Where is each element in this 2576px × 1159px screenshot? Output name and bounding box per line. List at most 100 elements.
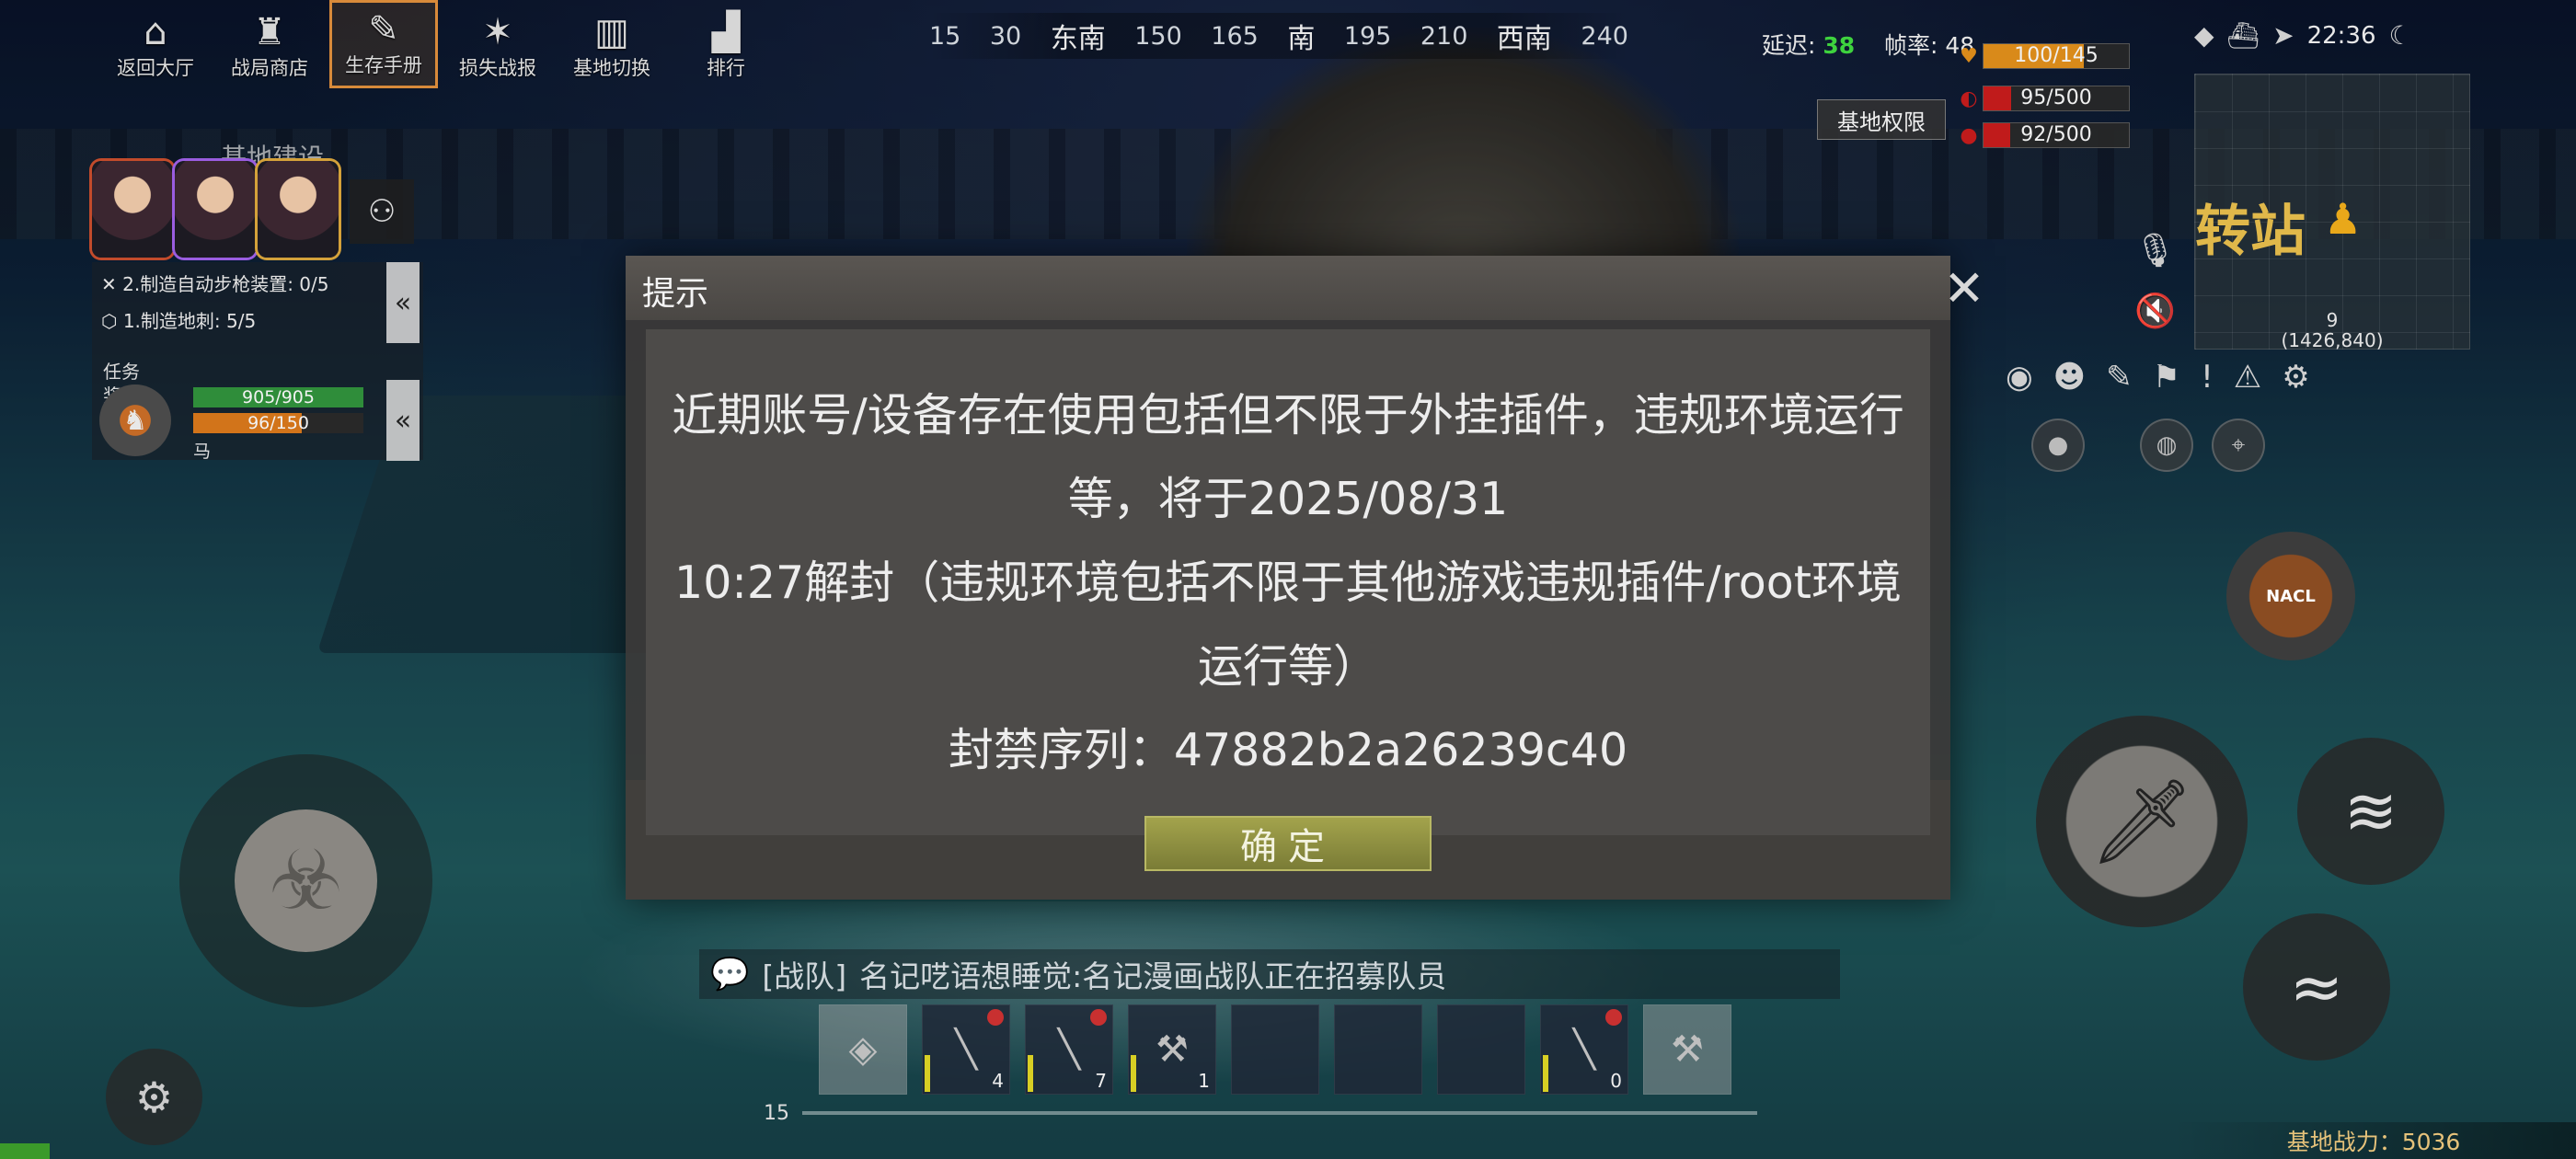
player-marker-icon: ♟: [2324, 194, 2363, 244]
build-button[interactable]: ⚙: [106, 1049, 202, 1145]
boat-icon: ⛴: [2226, 20, 2260, 51]
squad-avatar-1[interactable]: [92, 161, 173, 258]
backpack-icon: ◈: [848, 1028, 878, 1071]
nav-item-4[interactable]: ▥ 基地切换: [558, 0, 666, 88]
chat-bubble-icon: 💬: [710, 956, 750, 993]
collapse-quest-button[interactable]: «: [386, 262, 420, 343]
vital-text: 92/500: [2020, 123, 2092, 146]
cross-icon: ✕: [101, 273, 117, 295]
attack-button[interactable]: 🗡: [2036, 716, 2248, 927]
vital-row: ♥ 100/145: [1955, 42, 2130, 70]
chat-channel: [战队]: [762, 958, 847, 994]
add-user-icon: ⚇: [367, 193, 397, 230]
quest-item-label: 1.制造地刺: 5/5: [122, 310, 257, 332]
squad-avatar-3[interactable]: [258, 161, 339, 258]
pet-energy-bar: 96/150: [193, 413, 363, 433]
gem-icon[interactable]: ◆: [2194, 20, 2214, 51]
quest-item-2[interactable]: ⬡ 1.制造地刺: 5/5: [101, 306, 256, 333]
hotbar-slot-4[interactable]: [1231, 1004, 1319, 1095]
movement-joystick[interactable]: ☣: [179, 754, 432, 1007]
hotbar-slot-6[interactable]: [1437, 1004, 1525, 1095]
corner-indicator: [0, 1143, 50, 1159]
squad-avatar-2[interactable]: [175, 161, 256, 258]
confirm-button[interactable]: 确定: [1144, 816, 1432, 871]
dialog-line-2: 等，将于2025/08/31: [1067, 472, 1509, 525]
home-icon: ⌂: [144, 11, 167, 53]
hexagon-icon: ⬡: [101, 310, 118, 332]
base-permission-button[interactable]: 基地权限: [1817, 99, 1946, 140]
minimap[interactable]: 转站 ♟ 9 (1426,840): [2194, 74, 2470, 350]
latency-label: 延迟:: [1762, 32, 1816, 59]
durability-bar: [1543, 1055, 1548, 1092]
collapse-pet-button[interactable]: «: [386, 380, 420, 461]
dialog-line-3: 10:27解封（违规环境包括不限于其他游戏违规插件/root环境: [674, 556, 1902, 609]
shop-icon: ♜: [253, 11, 286, 53]
swim-button[interactable]: ≋: [2297, 738, 2444, 885]
hotbar-slot-8[interactable]: ⚒: [1643, 1004, 1731, 1095]
nav-item-1[interactable]: ♜ 战局商店: [215, 0, 324, 88]
clock: 22:36: [2306, 21, 2376, 50]
hotbar: ◈ ╲ 4 ╲ 7 ⚒ 1 ╲ 0 ⚒: [819, 1004, 1731, 1095]
dialog-body: 近期账号/设备存在使用包括但不限于外挂插件，违规环境运行 等，将于2025/08…: [646, 329, 1930, 835]
tab-tasks[interactable]: 任务: [103, 360, 140, 384]
build-gear-icon: ⚙: [134, 1072, 174, 1122]
emote-button[interactable]: ●: [2031, 419, 2085, 472]
ban-notice-dialog: 提示 ✕ 近期账号/设备存在使用包括但不限于外挂插件，违规环境运行 等，将于20…: [626, 256, 1985, 900]
dialog-line-5: 封禁序列：47882b2a26239c40: [948, 723, 1628, 776]
knife-icon: 🗡: [2088, 773, 2195, 870]
level-bar: 15: [764, 1102, 1757, 1125]
nav-item-5[interactable]: ▟ 排行: [672, 0, 780, 88]
manual-icon: ✎: [368, 8, 399, 51]
warning-icon[interactable]: ⚠: [2234, 359, 2261, 396]
pet-avatar[interactable]: ♞: [99, 384, 171, 456]
nav-item-3[interactable]: ✶ 损失战报: [443, 0, 552, 88]
mask-icon[interactable]: ☻: [2053, 359, 2086, 396]
speaker-muted-icon[interactable]: 🔇: [2134, 281, 2177, 342]
pen-icon[interactable]: ✎: [2106, 359, 2133, 396]
vital-bar: 92/500: [1983, 122, 2130, 148]
health-icon: ♥: [1960, 44, 1978, 68]
alert-icon[interactable]: !: [2201, 359, 2214, 396]
vital-bar: 95/500: [1983, 86, 2130, 111]
hotbar-slot-5[interactable]: [1334, 1004, 1422, 1095]
nacl-button[interactable]: NACL: [2226, 532, 2355, 660]
location-pin-button[interactable]: ⌖: [2212, 419, 2265, 472]
settings-icon[interactable]: ⚙: [2282, 359, 2309, 396]
chat-line[interactable]: 💬 [战队] 名记呓语想睡觉:名记漫画战队正在招募队员: [699, 949, 1840, 999]
hotbar-slot-7[interactable]: ╲ 0: [1540, 1004, 1628, 1095]
nav-item-label: 基地切换: [573, 57, 650, 79]
camera-icon[interactable]: ◉: [2006, 359, 2033, 396]
vital-row: ● 92/500: [1955, 121, 2130, 149]
lock-badge-icon: [1605, 1009, 1622, 1026]
biohazard-icon: ☣: [235, 809, 377, 952]
minimap-location-label: 转站: [2195, 200, 2306, 264]
hotbar-slot-2[interactable]: ╲ 7: [1025, 1004, 1113, 1095]
dialog-title: 提示: [642, 275, 709, 313]
nav-item-label: 返回大厅: [117, 57, 194, 79]
add-member-button[interactable]: ⚇: [350, 179, 414, 244]
nav-item-2[interactable]: ✎ 生存手册: [329, 0, 438, 88]
quest-item-1[interactable]: ✕ 2.制造自动步枪装置: 0/5: [101, 270, 329, 296]
close-icon[interactable]: ✕: [1932, 256, 1996, 320]
dive-icon: ≈: [2289, 949, 2344, 1025]
slot-count: 0: [1610, 1070, 1622, 1092]
mic-muted-icon[interactable]: 🎙: [2134, 221, 2177, 281]
weapon-icon: ⚒: [1156, 1028, 1189, 1071]
ranking-icon: ▟: [711, 11, 741, 53]
lock-badge-icon: [987, 1009, 1004, 1026]
hotbar-slot-0[interactable]: ◈: [819, 1004, 907, 1095]
durability-bar: [925, 1055, 930, 1092]
pet-energy-text: 96/150: [247, 413, 309, 433]
fish-icon: ➤: [2272, 20, 2294, 51]
nav-item-0[interactable]: ⌂ 返回大厅: [101, 0, 210, 88]
latency-value: 38: [1823, 32, 1856, 59]
dive-button[interactable]: ≈: [2243, 913, 2390, 1061]
hotbar-slot-3[interactable]: ⚒ 1: [1128, 1004, 1216, 1095]
fps-label: 帧率:: [1883, 32, 1938, 59]
map-mark-button[interactable]: ◍: [2140, 419, 2193, 472]
compass-tick: 15: [929, 21, 961, 51]
swim-icon: ≋: [2343, 774, 2398, 849]
flag-icon[interactable]: ⚑: [2153, 359, 2180, 396]
nav-item-label: 战局商店: [231, 57, 308, 79]
hotbar-slot-1[interactable]: ╲ 4: [922, 1004, 1010, 1095]
